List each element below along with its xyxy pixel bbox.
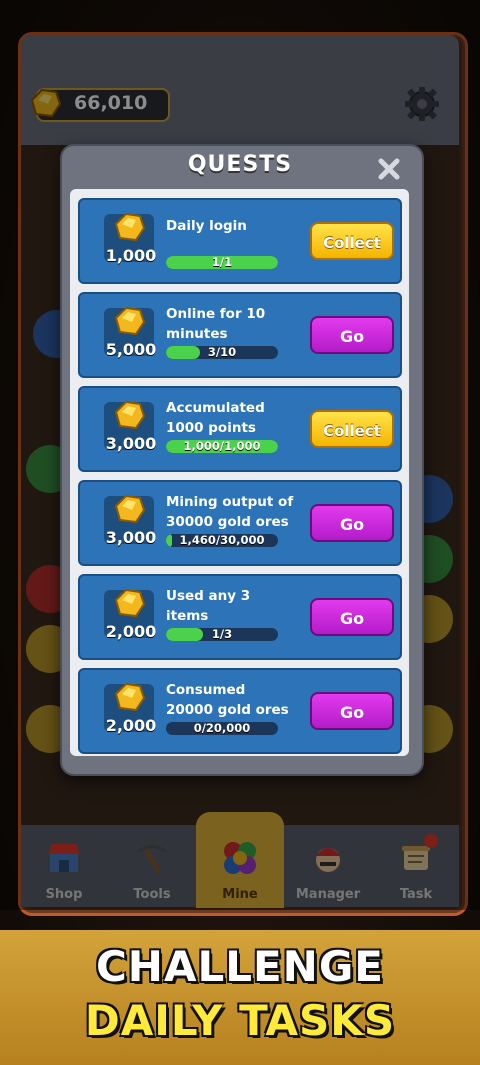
go-button[interactable]: Go xyxy=(310,598,394,636)
close-icon[interactable] xyxy=(374,154,404,184)
gold-ore-icon xyxy=(112,680,146,714)
reward-amount: 3,000 xyxy=(105,434,157,453)
quest-row: 1,000 Daily login 1/1 Collect xyxy=(78,198,402,284)
progress-bar: 1,000/1,000 xyxy=(166,440,278,453)
quest-title: Used any 3 items xyxy=(166,588,251,624)
quest-row: 2,000 Used any 3 items 1/3 Go xyxy=(78,574,402,660)
quest-row: 3,000 Accumulated 1000 points 1,000/1,000 C… xyxy=(78,386,402,472)
progress-bar: 0/20,000 xyxy=(166,722,278,735)
gold-ore-icon xyxy=(112,586,146,620)
quest-row: 2,000 Consumed 20000 gold ores 0/20,000 Go xyxy=(78,668,402,754)
progress-text: 0/20,000 xyxy=(193,722,251,735)
progress-text: 1,460/30,000 xyxy=(179,534,265,547)
quest-title: Daily login xyxy=(166,218,247,234)
progress-bar: 1/3 xyxy=(166,628,278,641)
reward-amount: 1,000 xyxy=(105,246,157,265)
banner-line-2: DAILY TASKS xyxy=(84,996,396,1045)
gold-ore-icon xyxy=(112,304,146,338)
progress-bar: 3/10 xyxy=(166,346,278,359)
reward-amount: 5,000 xyxy=(105,340,157,359)
collect-button[interactable]: Collect xyxy=(310,410,394,448)
gold-ore-icon xyxy=(112,210,146,244)
quest-title: Online for 10 minutes xyxy=(166,306,266,342)
reward-amount: 2,000 xyxy=(105,716,157,735)
quest-row: 5,000 Online for 10 minutes 3/10 Go xyxy=(78,292,402,378)
go-button[interactable]: Go xyxy=(310,692,394,730)
gold-ore-icon xyxy=(112,398,146,432)
reward-amount: 2,000 xyxy=(105,622,157,641)
quest-title: Consumed 20000 gold ores xyxy=(166,682,289,718)
reward-amount: 3,000 xyxy=(105,528,157,547)
collect-button[interactable]: Collect xyxy=(310,222,394,260)
progress-bar: 1/1 xyxy=(166,256,278,269)
quest-title: Mining output of 30000 gold ores xyxy=(166,494,294,530)
banner-line-1: CHALLENGE xyxy=(95,942,384,991)
quest-title: Accumulated 1000 points xyxy=(166,400,265,436)
progress-text: 1/1 xyxy=(211,256,233,269)
progress-text: 1,000/1,000 xyxy=(183,440,261,453)
progress-text: 1/3 xyxy=(211,628,233,641)
gold-ore-icon xyxy=(112,492,146,526)
quest-row: 3,000 Mining output of 30000 gold ores 1,4… xyxy=(78,480,402,566)
go-button[interactable]: Go xyxy=(310,316,394,354)
modal-title: QUESTS xyxy=(187,152,293,177)
progress-bar: 1,460/30,000 xyxy=(166,534,278,547)
progress-text: 3/10 xyxy=(207,346,237,359)
go-button[interactable]: Go xyxy=(310,504,394,542)
